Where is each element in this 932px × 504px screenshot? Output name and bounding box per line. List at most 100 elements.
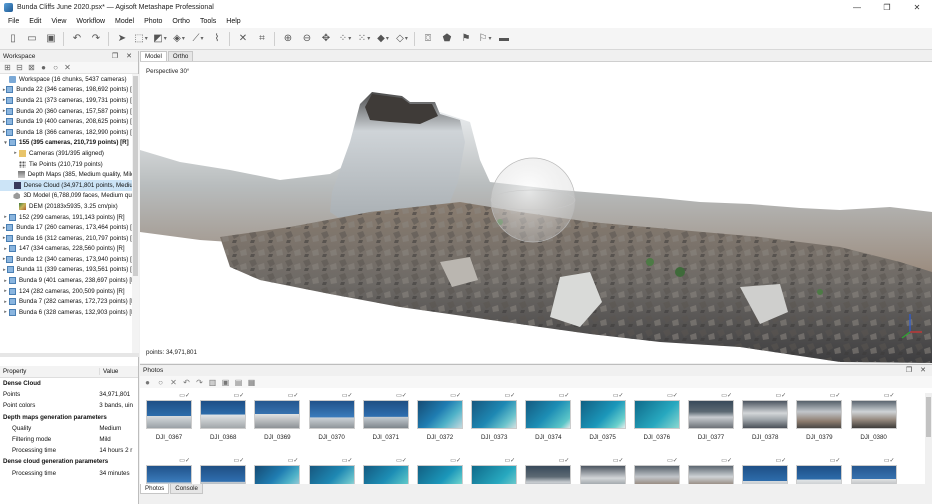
photo-thumbnail[interactable]: ▭✓ DJI_0368 [200, 393, 247, 441]
shaded-mode-icon[interactable]: ◇ [395, 32, 409, 46]
region-tool-icon[interactable]: ◩ [153, 32, 167, 46]
property-row[interactable]: Processing time 14 hours 2 r [0, 445, 138, 456]
ruler-tool-icon[interactable]: ⟋ [191, 32, 205, 46]
property-group-row[interactable]: Depth maps generation parameters [0, 412, 138, 423]
remove-icon[interactable]: ✕ [63, 63, 72, 72]
remove-cameras-icon[interactable]: ○ [156, 378, 165, 387]
draw-polyline-icon[interactable]: ⌇ [210, 32, 224, 46]
photo-thumbnail[interactable]: ▭✓ DJI_0372 [417, 393, 463, 441]
view-large-icon[interactable]: ▣ [221, 378, 230, 387]
save-icon[interactable]: ▣ [44, 32, 58, 46]
photos-scrollbar[interactable] [925, 393, 932, 489]
photo-thumbnail[interactable]: ▭✓ DJI_0374 [525, 393, 572, 441]
show-markers-icon[interactable]: ⬟ [440, 32, 454, 46]
redo-icon[interactable]: ↷ [89, 32, 103, 46]
menu-model[interactable]: Model [115, 18, 134, 25]
show-points-icon[interactable]: ⁙ [357, 32, 371, 46]
photo-thumbnail[interactable]: ▭✓ DJI_0373 [471, 393, 518, 441]
view-mode-dropdown-icon[interactable]: ▦ [247, 378, 256, 387]
disable-icon[interactable]: ○ [51, 63, 60, 72]
menu-edit[interactable]: Edit [29, 18, 41, 25]
property-row[interactable]: Filtering mode Mild [0, 434, 138, 445]
model-view-mode-icon[interactable]: ◆ [376, 32, 390, 46]
photo-thumbnail[interactable]: ▭✓ DJI_0378 [742, 393, 789, 441]
capture-view-icon[interactable]: ⌼ [421, 32, 435, 46]
chunk-tree-item[interactable]: ▸ Bunda 19 (400 cameras, 208,625 points) … [0, 116, 138, 127]
property-row[interactable]: Quality Medium [0, 423, 138, 434]
delete-selection-icon[interactable]: ✕ [236, 32, 250, 46]
menu-file[interactable]: File [8, 18, 19, 25]
chunk-tree-item[interactable]: ▸ Bunda 9 (401 cameras, 238,697 points) [… [0, 275, 138, 286]
menu-ortho[interactable]: Ortho [172, 18, 190, 25]
tab-ortho[interactable]: Ortho [167, 51, 194, 61]
model-view[interactable]: Perspective 30° points: 34,971,801 [140, 62, 932, 363]
property-row[interactable]: Processing time 34 minutes [0, 468, 138, 479]
property-group-row[interactable]: Dense cloud generation parameters [0, 456, 138, 467]
maximize-button[interactable]: ❐ [872, 0, 902, 15]
photo-thumbnail[interactable]: ▭✓ DJI_0369 [254, 393, 301, 441]
property-row[interactable]: Points 34,971,801 [0, 389, 138, 400]
photo-thumbnail[interactable]: ▭✓ DJI_0379 [796, 393, 843, 441]
show-cameras-icon[interactable]: ⁘ [338, 32, 352, 46]
chunk-tree-item[interactable]: ▸ Bunda 17 (260 cameras, 173,464 points) … [0, 222, 138, 233]
chunk-tree-item[interactable]: ▾ 155 (395 cameras, 210,719 points) [R] [0, 138, 138, 149]
chunk-tree-item[interactable]: ▸ Bunda 16 (312 cameras, 210,797 points) … [0, 233, 138, 244]
chunk-tree-item[interactable]: ▸ Bunda 12 (340 cameras, 173,940 points) … [0, 254, 138, 265]
expand-arrow-icon[interactable]: ▸ [2, 246, 9, 252]
expand-arrow-icon[interactable]: ▸ [2, 309, 9, 315]
expand-arrow-icon[interactable]: ▸ [2, 299, 9, 305]
workspace-scrollbar[interactable] [132, 74, 139, 354]
property-group-row[interactable]: Dense Cloud [0, 378, 138, 389]
reset-filter-icon[interactable]: ▥ [208, 378, 217, 387]
new-document-icon[interactable]: ▯ [6, 32, 20, 46]
expand-arrow-icon[interactable]: ▾ [2, 140, 9, 146]
menu-tools[interactable]: Tools [200, 18, 216, 25]
menu-workflow[interactable]: Workflow [76, 18, 105, 25]
menu-help[interactable]: Help [226, 18, 240, 25]
expand-arrow-icon[interactable]: ▸ [2, 278, 9, 284]
add-marker-icon[interactable]: ⊠ [27, 63, 36, 72]
chunk-child-item[interactable]: DEM (20183x5935, 3.25 cm/pix) [0, 201, 138, 212]
show-labels-icon[interactable]: ⚐ [478, 32, 492, 46]
chunk-tree-item[interactable]: ▸ 124 (282 cameras, 200,509 points) [R] [0, 286, 138, 297]
add-photos-icon[interactable]: ⊟ [15, 63, 24, 72]
rotate-left-icon[interactable]: ↶ [182, 378, 191, 387]
photo-thumbnail[interactable]: ▭✓ DJI_0375 [579, 393, 626, 441]
chunk-child-item[interactable]: 3D Model (6,788,099 faces, Medium quali [0, 191, 138, 202]
crop-selection-icon[interactable]: ⌗ [255, 32, 269, 46]
minimize-button[interactable]: — [842, 0, 872, 15]
chunk-child-item[interactable]: Dense Cloud (34,971,801 points, Medium [0, 179, 138, 191]
tab-photos[interactable]: Photos [140, 484, 170, 494]
add-chunk-icon[interactable]: ⊞ [3, 63, 12, 72]
chunk-tree-item[interactable]: ▸ Bunda 11 (339 cameras, 193,561 points) … [0, 265, 138, 276]
menu-photo[interactable]: Photo [144, 18, 162, 25]
open-folder-icon[interactable]: ▭ [25, 32, 39, 46]
photo-thumbnail[interactable]: ▭✓ DJI_0380 [850, 393, 897, 441]
chunk-tree-item[interactable]: ▸ Bunda 18 (366 cameras, 182,990 points) … [0, 127, 138, 138]
delete-icon[interactable]: ✕ [169, 378, 178, 387]
property-row[interactable]: Point colors 3 bands, uin [0, 400, 138, 411]
photo-thumbnail[interactable]: ▭✓ DJI_0370 [308, 393, 355, 441]
rectangle-selection-icon[interactable]: ⬚ [134, 32, 148, 46]
photo-thumbnail[interactable]: ▭✓ DJI_0367 [146, 393, 192, 441]
tab-console[interactable]: Console [170, 484, 203, 494]
chunk-tree-item[interactable]: ▸ Bunda 6 (328 cameras, 132,903 points) [… [0, 307, 138, 318]
chunk-child-item[interactable]: Tie Points (210,719 points) [0, 159, 138, 170]
photo-thumbnail[interactable]: ▭✓ DJI_0377 [688, 393, 734, 441]
zoom-out-icon[interactable]: ⊖ [300, 32, 314, 46]
pane-splitter[interactable] [0, 353, 139, 357]
expand-arrow-icon[interactable]: ▸ [2, 214, 9, 220]
trackball-sphere[interactable] [490, 157, 576, 243]
expand-arrow-icon[interactable]: ▸ [12, 150, 19, 156]
tab-model[interactable]: Model [140, 51, 167, 61]
photos-pane-controls[interactable]: ❐ ✕ [906, 366, 929, 374]
chunk-tree-item[interactable]: ▸ Bunda 7 (282 cameras, 172,723 points) [… [0, 296, 138, 307]
expand-arrow-icon[interactable]: ▸ [2, 288, 9, 294]
photo-thumbnail[interactable]: ▭✓ DJI_0376 [633, 393, 680, 441]
undo-icon[interactable]: ↶ [70, 32, 84, 46]
chunk-tree-item[interactable]: Workspace (16 chunks, 5437 cameras) [0, 74, 138, 85]
navigation-cursor-icon[interactable]: ➤ [115, 32, 129, 46]
chunk-child-item[interactable]: Depth Maps (385, Medium quality, Mild f [0, 169, 138, 180]
workspace-pane-controls[interactable]: ❐ ✕ [112, 52, 135, 60]
menu-view[interactable]: View [51, 18, 66, 25]
